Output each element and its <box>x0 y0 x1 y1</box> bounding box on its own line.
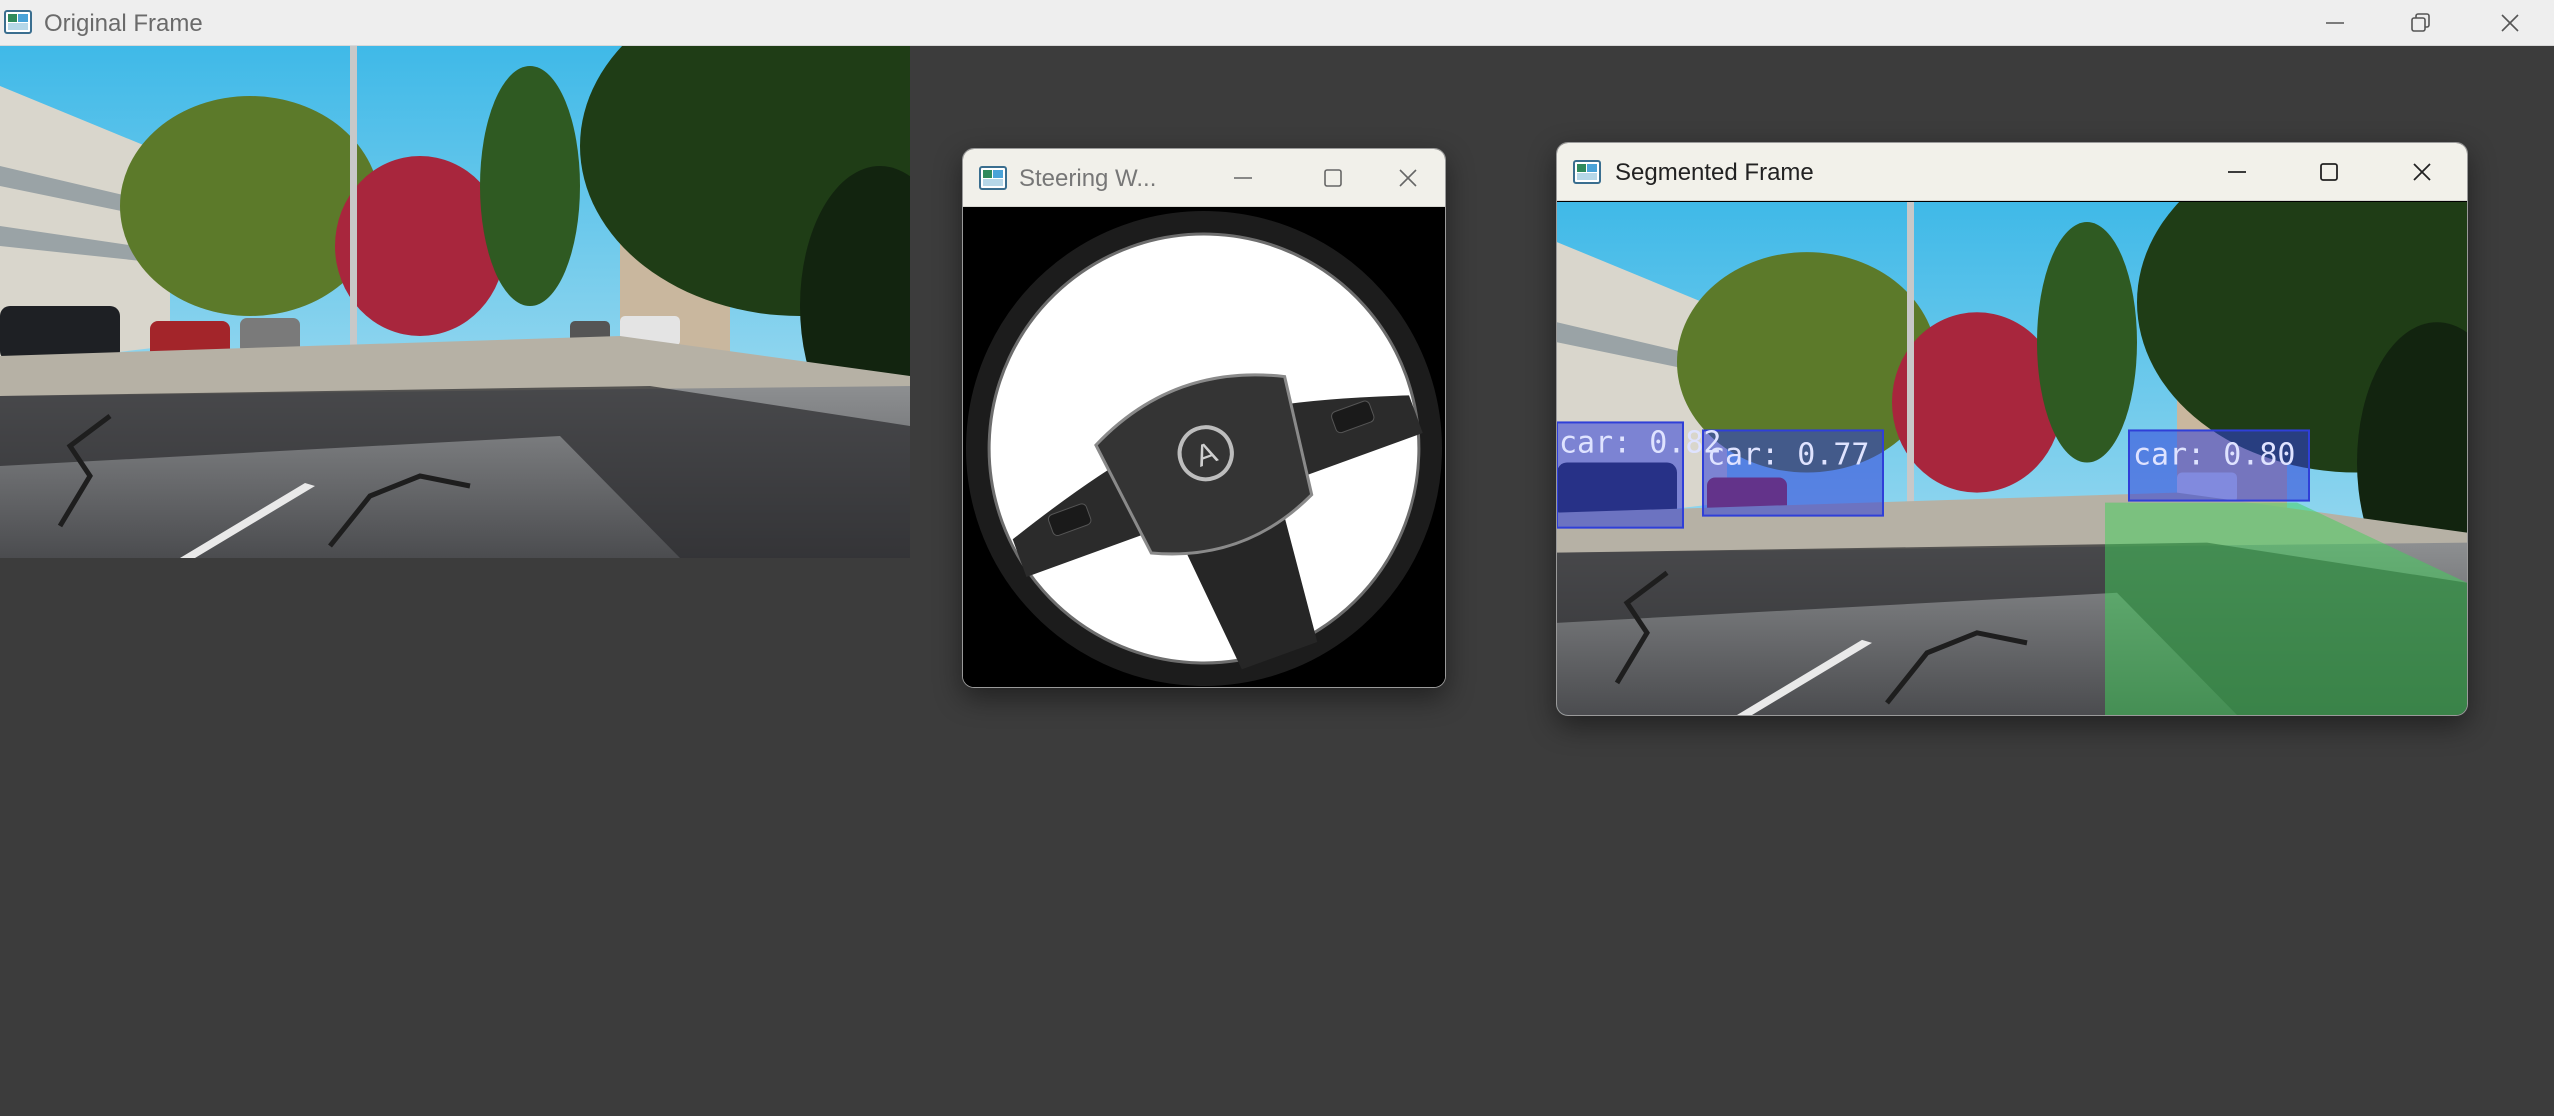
original-frame-image <box>0 46 910 558</box>
minimize-icon[interactable] <box>2207 149 2267 195</box>
close-icon[interactable] <box>2475 0 2545 46</box>
steering-window-titlebar[interactable]: Steering W... <box>963 149 1445 207</box>
opencv-window-icon <box>1573 160 1601 184</box>
minimize-icon[interactable] <box>1213 155 1273 201</box>
minimize-icon[interactable] <box>2300 0 2370 46</box>
original-frame-titlebar[interactable]: Original Frame <box>0 0 2554 46</box>
maximize-icon[interactable] <box>2299 149 2359 195</box>
close-icon[interactable] <box>2387 149 2457 195</box>
segmented-window-titlebar[interactable]: Segmented Frame <box>1557 143 2467 201</box>
detection-label: car: 0.77 <box>1707 437 1869 472</box>
maximize-icon[interactable] <box>1303 155 1363 201</box>
steering-window: Steering W... A <box>962 148 1446 688</box>
steering-wheel-image: A <box>963 208 1445 687</box>
close-icon[interactable] <box>1373 155 1443 201</box>
detection-label: car: 0.80 <box>2133 437 2295 472</box>
window-title: Steering W... <box>1019 165 1157 192</box>
detection-label: car: 0.82 <box>1559 425 1721 460</box>
window-title: Segmented Frame <box>1615 159 1814 186</box>
window-title: Original Frame <box>44 10 203 37</box>
restore-icon[interactable] <box>2385 0 2455 46</box>
opencv-window-icon <box>4 10 32 34</box>
opencv-window-icon <box>979 166 1007 190</box>
segmented-window: Segmented Frame car: 0.82 car: 0.77 car:… <box>1556 142 2468 716</box>
segmented-frame-image: car: 0.82 car: 0.77 car: 0.80 <box>1557 202 2467 715</box>
